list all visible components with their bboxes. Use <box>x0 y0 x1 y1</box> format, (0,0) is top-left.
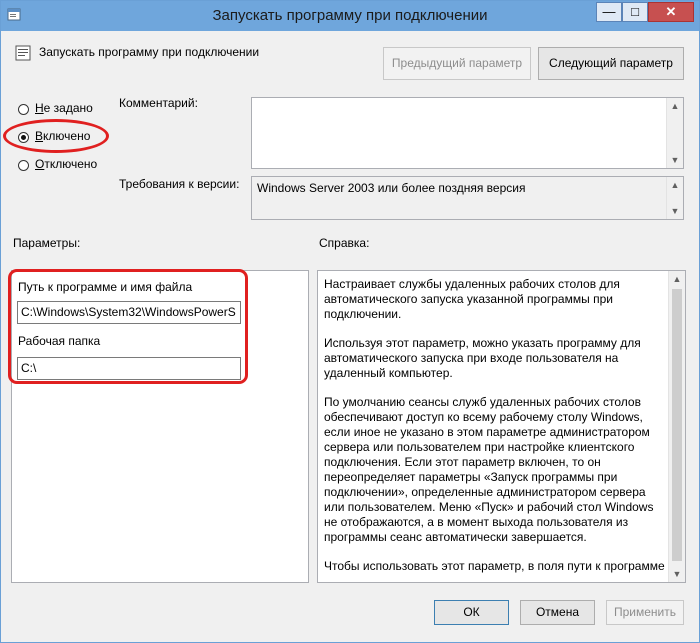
requirements-value: Windows Server 2003 или более поздняя ве… <box>257 181 526 195</box>
scroll-up-icon[interactable]: ▲ <box>667 177 683 193</box>
scroll-down-icon[interactable]: ▼ <box>667 152 683 168</box>
radio-not-configured-label[interactable]: Не задано <box>35 101 93 115</box>
radio-disabled-rest: тключено <box>44 157 98 171</box>
requirements-label: Требования к версии: <box>119 177 240 191</box>
help-paragraph: Настраивает службы удаленных рабочих сто… <box>324 277 620 321</box>
ok-button[interactable]: ОК <box>434 600 509 625</box>
close-button[interactable]: ✕ <box>648 2 694 22</box>
policy-dialog: Запускать программу при подключении — □ … <box>0 0 700 643</box>
maximize-icon: □ <box>631 4 639 19</box>
radio-not-configured-accel: Н <box>35 101 44 115</box>
apply-button[interactable]: Применить <box>606 600 684 625</box>
minimize-button[interactable]: — <box>596 2 622 22</box>
help-pane: Настраивает службы удаленных рабочих сто… <box>317 270 686 583</box>
radio-disabled[interactable] <box>18 160 29 171</box>
requirements-scrollbar[interactable]: ▲ ▼ <box>666 177 683 219</box>
window-title: Запускать программу при подключении <box>212 7 488 24</box>
maximize-button[interactable]: □ <box>622 2 648 22</box>
help-paragraph: По умолчанию сеансы служб удаленных рабо… <box>324 395 654 544</box>
radio-disabled-accel: О <box>35 157 45 171</box>
comment-scrollbar[interactable]: ▲ ▼ <box>666 98 683 168</box>
radio-not-configured-rest: е задано <box>43 101 93 115</box>
comment-value <box>252 98 683 104</box>
scroll-up-icon[interactable]: ▲ <box>667 98 683 114</box>
radio-not-configured[interactable] <box>18 104 29 115</box>
help-paragraph: Чтобы использовать этот параметр, в поля… <box>324 559 665 573</box>
help-title: Справка: <box>319 236 370 250</box>
annotation-ellipse <box>3 119 109 153</box>
help-text: Настраивает службы удаленных рабочих сто… <box>324 277 665 582</box>
scroll-down-icon[interactable]: ▼ <box>669 566 685 582</box>
scroll-down-icon[interactable]: ▼ <box>667 203 683 219</box>
annotation-rectangle <box>8 269 248 384</box>
scroll-up-icon[interactable]: ▲ <box>669 271 685 287</box>
help-paragraph: Используя этот параметр, можно указать п… <box>324 336 641 380</box>
policy-name: Запускать программу при подключении <box>39 45 260 59</box>
requirements-box: Windows Server 2003 или более поздняя ве… <box>251 176 684 220</box>
radio-disabled-label[interactable]: Отключено <box>35 157 97 171</box>
help-scrollbar[interactable]: ▲ ▼ <box>668 271 685 582</box>
comment-textarea[interactable]: ▲ ▼ <box>251 97 684 169</box>
cancel-button[interactable]: Отмена <box>520 600 595 625</box>
minimize-icon: — <box>602 4 616 19</box>
comment-label: Комментарий: <box>119 96 198 110</box>
close-icon: ✕ <box>665 4 677 19</box>
next-setting-button[interactable]: Следующий параметр <box>538 47 684 80</box>
previous-setting-button[interactable]: Предыдущий параметр <box>383 47 531 80</box>
scroll-thumb[interactable] <box>672 289 682 561</box>
options-title: Параметры: <box>13 236 81 250</box>
title-bar[interactable]: Запускать программу при подключении — □ … <box>1 1 699 31</box>
policy-icon <box>15 45 31 61</box>
